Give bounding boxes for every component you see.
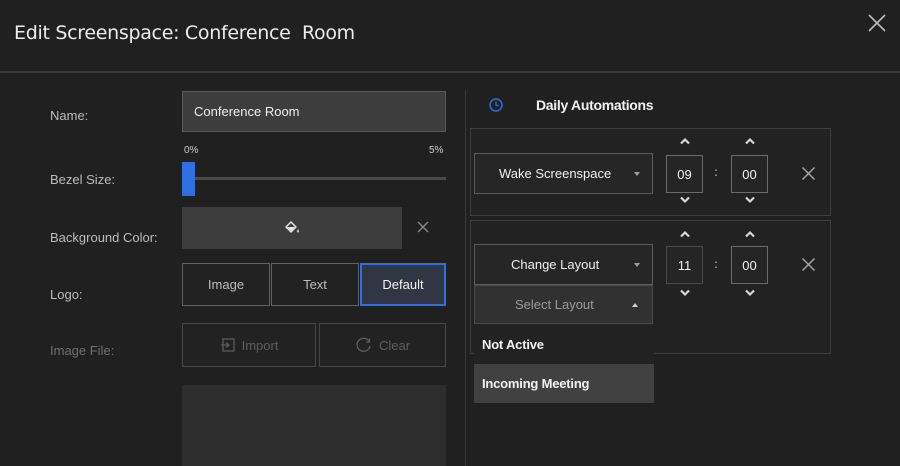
logo-text-button[interactable]: Text — [271, 263, 359, 306]
logo-image-button[interactable]: Image — [182, 263, 270, 306]
clear-background-icon[interactable] — [416, 220, 430, 234]
image-file-label: Image File: — [50, 343, 115, 358]
remove-automation-icon-2[interactable] — [801, 257, 816, 272]
automation-action-label-1: Wake Screenspace — [499, 166, 612, 181]
hour-field-1[interactable]: 09 — [666, 155, 703, 193]
clear-button[interactable]: Clear — [319, 323, 446, 367]
automation-action-label-2: Change Layout — [511, 257, 600, 272]
layout-option-not-active[interactable]: Not Active — [474, 325, 654, 364]
logo-label: Logo: — [50, 287, 83, 302]
hour-down-icon-1[interactable] — [679, 196, 691, 204]
logo-image-preview — [182, 385, 446, 466]
paint-bucket-icon — [285, 221, 299, 233]
logo-default-button[interactable]: Default — [360, 263, 446, 306]
hour-field-2[interactable]: 11 — [666, 246, 703, 284]
import-icon — [220, 338, 235, 352]
chevron-up-icon — [632, 302, 638, 307]
clock-icon — [489, 98, 503, 112]
minute-up-icon-1[interactable] — [744, 137, 756, 145]
minute-down-icon-1[interactable] — [744, 196, 756, 204]
dialog-title: Edit Screenspace: Conference Room — [14, 22, 355, 44]
column-divider — [465, 90, 466, 466]
background-color-picker[interactable] — [182, 207, 402, 249]
chevron-down-icon — [634, 171, 640, 176]
bezel-min-label: 0% — [184, 145, 199, 156]
minute-up-icon-2[interactable] — [744, 230, 756, 238]
layout-option-incoming-meeting[interactable]: Incoming Meeting — [474, 364, 654, 403]
daily-automations-title: Daily Automations — [536, 97, 654, 113]
hour-up-icon-2[interactable] — [679, 230, 691, 238]
name-label: Name: — [50, 108, 89, 123]
time-separator-1: : — [714, 165, 719, 179]
bezel-max-label: 5% — [429, 145, 444, 156]
background-color-label: Background Color: — [50, 230, 158, 245]
hour-down-icon-2[interactable] — [679, 289, 691, 297]
minute-field-2[interactable]: 00 — [731, 246, 768, 284]
name-input[interactable]: Conference Room — [182, 91, 446, 132]
bezel-slider-thumb[interactable] — [182, 162, 195, 196]
hour-up-icon-1[interactable] — [679, 137, 691, 145]
layout-select[interactable]: Select Layout — [474, 285, 653, 324]
clear-label: Clear — [378, 337, 411, 353]
layout-select-placeholder: Select Layout — [515, 297, 594, 312]
automation-action-select-1[interactable]: Wake Screenspace — [474, 153, 653, 194]
import-label: Import — [241, 337, 279, 353]
bezel-size-label: Bezel Size: — [50, 172, 116, 187]
remove-automation-icon-1[interactable] — [801, 166, 816, 181]
automation-action-select-2[interactable]: Change Layout — [474, 244, 653, 285]
time-separator-2: : — [714, 257, 719, 271]
minute-down-icon-2[interactable] — [744, 289, 756, 297]
bezel-slider-track[interactable] — [182, 177, 446, 180]
import-button[interactable]: Import — [182, 323, 316, 367]
close-icon[interactable] — [864, 10, 890, 36]
minute-field-1[interactable]: 00 — [731, 155, 768, 193]
chevron-down-icon — [634, 262, 640, 267]
refresh-icon — [356, 337, 371, 352]
header-divider — [0, 71, 900, 73]
